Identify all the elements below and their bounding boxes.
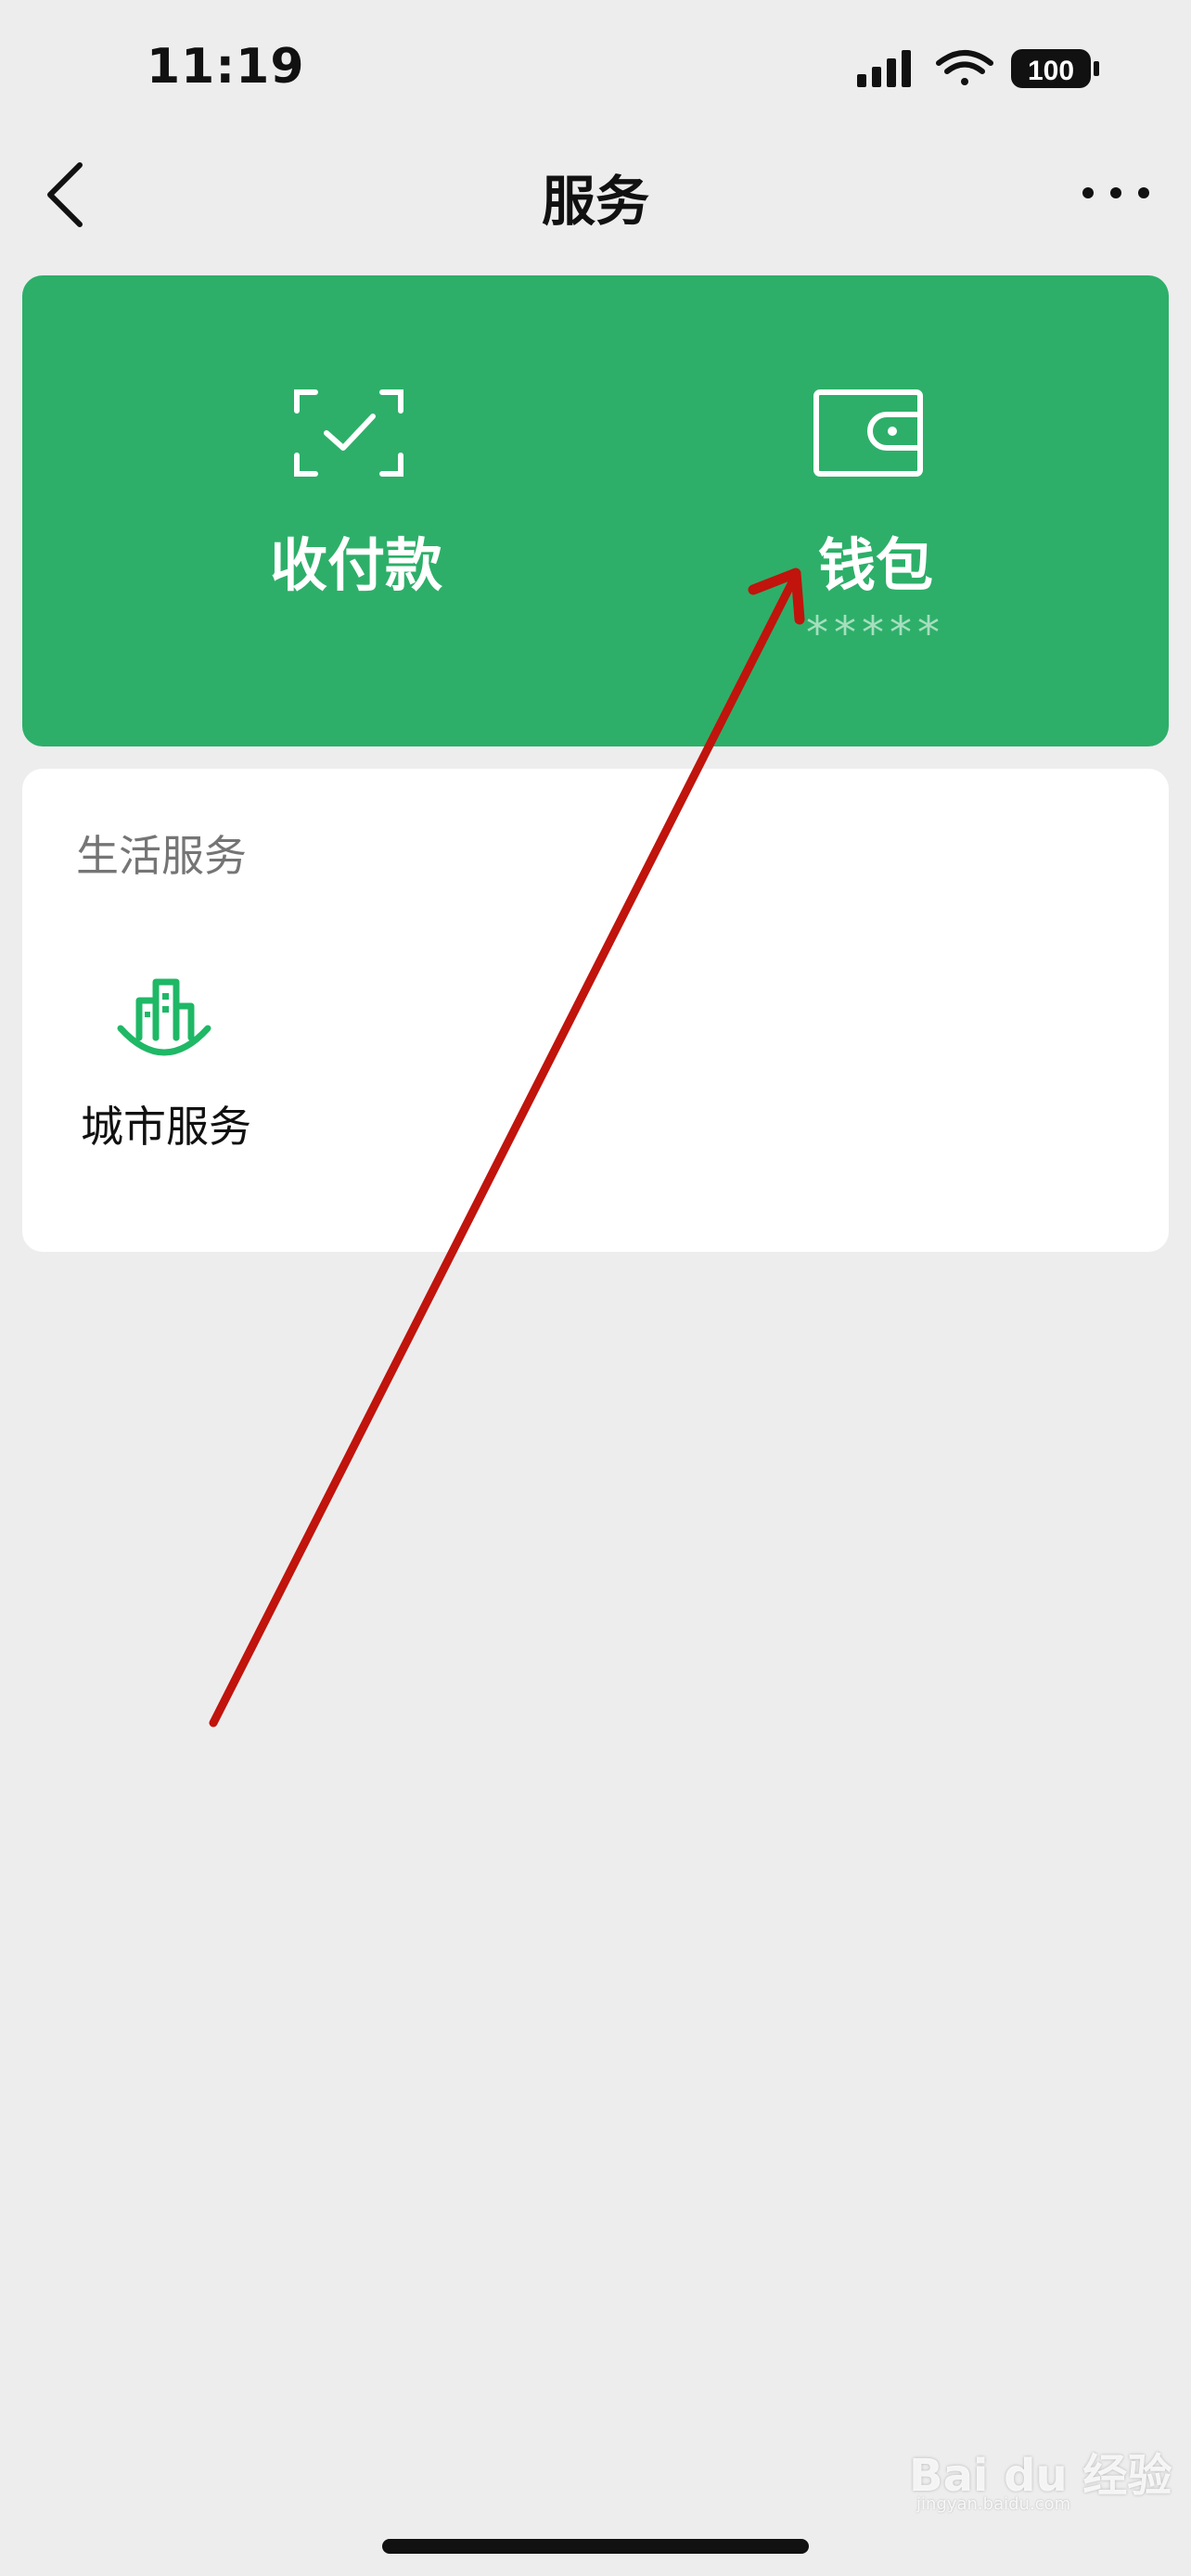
watermark-url: jingyan.baidu.com	[916, 2494, 1071, 2514]
wallet-button[interactable]: 钱包 *****	[616, 275, 1135, 746]
signal-icon	[857, 50, 911, 87]
city-services-label: 城市服务	[81, 1102, 251, 1152]
battery-icon: 100	[1011, 49, 1099, 88]
status-time: 11:19	[147, 39, 305, 95]
scan-check-icon	[294, 389, 403, 477]
baidu-watermark: Bai du 经验 jingyan.baidu.com	[909, 2439, 1178, 2522]
life-services-card: 生活服务 城市服务	[22, 769, 1169, 1252]
more-icon[interactable]	[1074, 165, 1158, 221]
status-icons: 100	[857, 49, 1099, 88]
pay-receive-button[interactable]: 收付款	[96, 275, 616, 746]
city-buildings-icon	[117, 978, 211, 1056]
wallet-balance-hidden: *****	[806, 607, 945, 659]
wallet-label: 钱包	[817, 531, 933, 599]
page-title: 服务	[541, 170, 649, 233]
nav-bar: 服务	[0, 139, 1191, 246]
city-services-button[interactable]: 城市服务	[59, 973, 273, 1186]
status-bar: 11:19 100	[0, 0, 1191, 139]
wifi-icon	[936, 50, 993, 85]
wallet-icon	[813, 389, 923, 477]
payment-card: 收付款 钱包 *****	[22, 275, 1169, 746]
battery-level: 100	[1028, 56, 1074, 86]
home-indicator[interactable]	[382, 2539, 809, 2554]
section-title: 生活服务	[76, 831, 247, 881]
pay-receive-label: 收付款	[269, 531, 442, 599]
